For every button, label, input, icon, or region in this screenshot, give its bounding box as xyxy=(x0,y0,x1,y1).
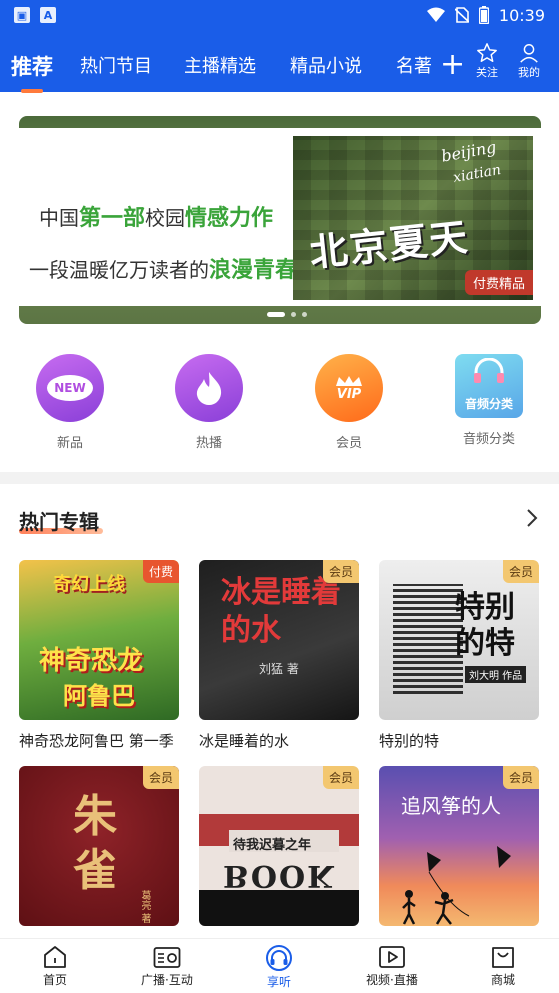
star-icon xyxy=(477,43,497,62)
paid-premium-badge: 付费精品 xyxy=(464,270,533,295)
promo-banner[interactable]: 中国第一部校园情感力作 一段温暖亿万读者的浪漫青春 beijing xiatia… xyxy=(19,116,541,324)
quick-link-new[interactable]: NEW 新品 xyxy=(30,354,110,451)
tab-classics[interactable]: 名著 xyxy=(396,52,432,78)
follow-label: 关注 xyxy=(476,66,498,79)
album-card[interactable]: 特别的特 刘大明 作品 会员 特别的特 xyxy=(379,560,539,751)
user-icon xyxy=(520,44,538,63)
album-cover: 奇幻上线 神奇恐龙 阿鲁巴 付费 xyxy=(19,560,179,720)
battery-icon xyxy=(478,6,489,24)
vip-crown-icon: VIP xyxy=(315,354,383,422)
carousel-indicator xyxy=(267,312,307,317)
no-sim-icon xyxy=(454,7,469,23)
add-tab-button[interactable]: + xyxy=(440,50,465,80)
bottom-nav-listen[interactable]: 享听 xyxy=(265,945,293,990)
carousel-dot xyxy=(291,312,296,317)
banner-script-text: beijing xyxy=(439,137,498,166)
vip-tag: 会员 xyxy=(142,766,179,789)
tab-label: 精品小说 xyxy=(290,56,362,77)
status-bar: ▣ A 10:39 xyxy=(0,0,559,30)
quick-link-hot[interactable]: 热播 xyxy=(169,354,249,451)
cover-band xyxy=(199,890,359,926)
video-icon xyxy=(379,946,405,968)
kite-silhouette xyxy=(402,846,511,925)
banner-tagline-1: 中国第一部校园情感力作 xyxy=(39,206,274,231)
mine-button[interactable]: 我的 xyxy=(518,42,540,80)
bottom-nav-shop[interactable]: 商城 xyxy=(490,945,516,988)
tab-label: 主播精选 xyxy=(184,56,256,77)
album-cover: 冰是睡着的水 刘猛 著 会员 xyxy=(199,560,359,720)
tab-label: 推荐 xyxy=(11,55,53,79)
image-icon: ▣ xyxy=(14,7,30,23)
tab-label: 名著 xyxy=(396,56,432,77)
tab-label: 热门节目 xyxy=(80,56,152,77)
bottom-nav-label: 享听 xyxy=(266,975,291,989)
shop-bag-icon xyxy=(492,947,514,968)
section-divider xyxy=(0,472,559,484)
banner-script-text: xiatian xyxy=(451,161,503,187)
app-screen: ▣ A 10:39 推荐 热门节目 主播精选 精品小说 名著 + 关注 我的 中… xyxy=(0,0,559,993)
bottom-nav-label: 首页 xyxy=(42,973,67,987)
paid-tag: 付费 xyxy=(142,560,179,583)
vip-tag: 会员 xyxy=(322,766,359,789)
quick-link-label: 新品 xyxy=(56,436,83,451)
album-title: 特别的特 xyxy=(379,732,440,750)
album-card[interactable]: 奇幻上线 神奇恐龙 阿鲁巴 付费 神奇恐龙阿鲁巴 第一季 xyxy=(19,560,179,751)
section-title: 热门专辑 xyxy=(19,510,99,534)
tab-hot-programs[interactable]: 热门节目 xyxy=(80,52,152,78)
mine-label: 我的 xyxy=(518,66,540,79)
a-icon: A xyxy=(40,7,56,23)
album-card[interactable]: 冰是睡着的水 刘猛 著 会员 冰是睡着的水 xyxy=(199,560,359,751)
quick-link-audio-category[interactable]: 音频分类 音频分类 xyxy=(449,354,529,447)
cover-figure xyxy=(393,584,463,694)
follow-button[interactable]: 关注 xyxy=(476,42,498,80)
banner-image: beijing xiatian 北京夏天 付费精品 xyxy=(293,136,533,300)
banner-image-title: 北京夏天 xyxy=(307,213,472,276)
bottom-nav-label: 视频·直播 xyxy=(366,973,418,987)
bottom-nav: 首页 广播·互动 享听 视频·直播 商城 xyxy=(0,938,559,993)
bottom-nav-radio[interactable]: 广播·互动 xyxy=(141,945,193,988)
chevron-right-icon[interactable] xyxy=(526,508,538,532)
album-card[interactable]: 待我迟暮之年 BOOK 会员 xyxy=(199,766,359,936)
tab-active-indicator xyxy=(21,89,43,93)
bottom-nav-label: 商城 xyxy=(490,973,515,987)
headphones-icon xyxy=(266,945,292,971)
album-card[interactable]: 朱雀 葛亮 著 会员 xyxy=(19,766,179,936)
tab-novels[interactable]: 精品小说 xyxy=(290,52,362,78)
quick-link-label: 音频分类 xyxy=(462,432,515,447)
quick-link-label: 热播 xyxy=(195,436,222,451)
flame-icon xyxy=(175,354,243,422)
carousel-dot xyxy=(302,312,307,317)
album-cover: 朱雀 葛亮 著 会员 xyxy=(19,766,179,926)
bottom-nav-video[interactable]: 视频·直播 xyxy=(366,945,418,988)
headphones-icon: 音频分类 xyxy=(455,354,523,418)
wifi-icon xyxy=(426,7,445,22)
quick-link-label: 会员 xyxy=(335,436,362,451)
home-icon xyxy=(44,946,66,968)
album-title: 冰是睡着的水 xyxy=(199,732,290,750)
new-badge-icon: NEW xyxy=(36,354,104,422)
carousel-dot-active xyxy=(267,312,285,317)
vip-tag: 会员 xyxy=(322,560,359,583)
album-cover: 追风筝的人 会员 xyxy=(379,766,539,926)
bottom-nav-label: 广播·互动 xyxy=(141,973,193,987)
album-cover: 待我迟暮之年 BOOK 会员 xyxy=(199,766,359,926)
radio-icon xyxy=(153,947,181,968)
banner-tagline-2: 一段温暖亿万读者的浪漫青春 xyxy=(29,258,298,283)
vip-tag: 会员 xyxy=(502,766,539,789)
album-cover: 特别的特 刘大明 作品 会员 xyxy=(379,560,539,720)
album-title: 神奇恐龙阿鲁巴 第一季 xyxy=(19,732,174,750)
quick-link-vip[interactable]: VIP 会员 xyxy=(309,354,389,451)
album-card[interactable]: 追风筝的人 会员 xyxy=(379,766,539,936)
vip-tag: 会员 xyxy=(502,560,539,583)
tab-anchor-picks[interactable]: 主播精选 xyxy=(184,52,256,78)
tab-recommend[interactable]: 推荐 xyxy=(11,51,53,93)
status-time: 10:39 xyxy=(498,5,545,25)
bottom-nav-home[interactable]: 首页 xyxy=(42,945,68,988)
